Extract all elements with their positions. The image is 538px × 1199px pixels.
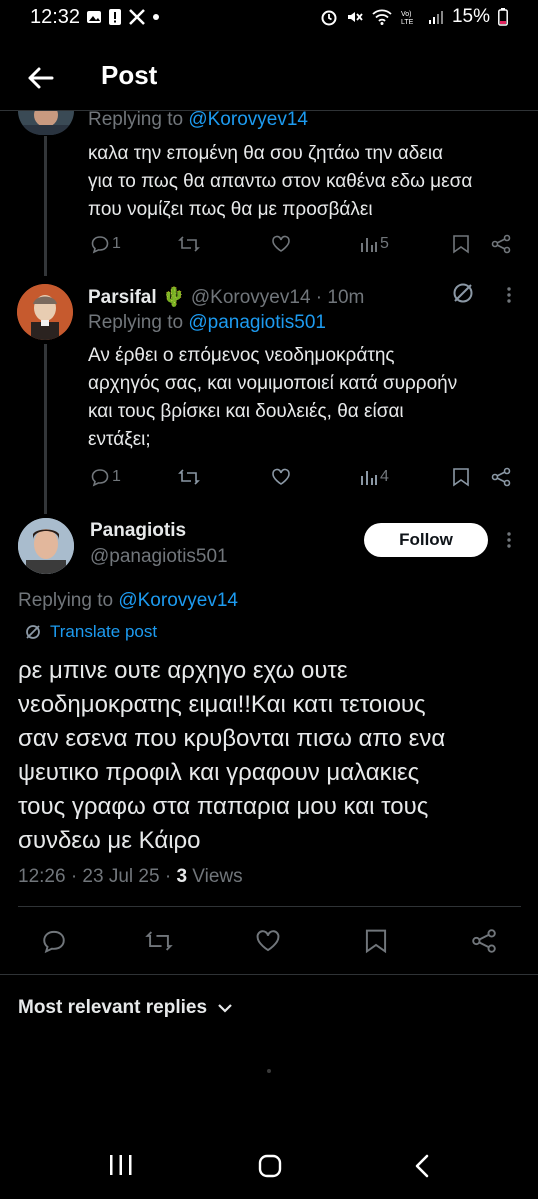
display-name[interactable]: Panagiotis (90, 520, 186, 542)
share-icon[interactable] (490, 467, 512, 487)
handle[interactable]: @panagiotis501 (90, 546, 228, 568)
svg-text:LTE: LTE (401, 19, 414, 26)
volte-icon: Vo)LTE (401, 11, 414, 26)
notification-icons (86, 8, 160, 26)
divider (18, 906, 521, 907)
reply-button[interactable]: 1 (90, 467, 121, 487)
like-icon[interactable] (271, 467, 291, 487)
display-name[interactable]: Parsifal (88, 287, 157, 308)
replying-to-line: Replying to @panagiotis501 (88, 312, 326, 333)
retweet-icon[interactable] (145, 928, 173, 954)
replying-to-line: Replying to @Korovyev14 (18, 590, 238, 611)
share-icon[interactable] (490, 234, 512, 254)
views-button[interactable]: 4 (360, 467, 389, 487)
divider (0, 974, 538, 975)
views-label: Views (192, 866, 243, 887)
reply-button[interactable]: 1 (90, 234, 121, 254)
views-icon (361, 471, 377, 485)
more-options-icon[interactable] (505, 530, 513, 550)
reply-text: Αν έρθει ο επόμενος νεοδημοκράτης αρχηγό… (88, 345, 458, 450)
more-options-icon[interactable] (505, 285, 513, 305)
reply-actions: 1 4 (0, 465, 538, 491)
grok-icon[interactable] (451, 281, 475, 305)
status-bar: 12:32 Vo) LTE 15% (0, 0, 538, 36)
reply-actions: 1 5 (0, 232, 538, 258)
translate-post-link[interactable]: Translate post (24, 622, 157, 642)
post-time: · 10m (315, 287, 365, 308)
retweet-icon[interactable] (178, 234, 200, 254)
back-arrow-icon[interactable] (24, 62, 56, 94)
system-navigation-bar (0, 1128, 538, 1199)
bookmark-icon[interactable] (452, 234, 470, 254)
alert-icon (109, 9, 121, 25)
name-emoji: 🌵 (161, 287, 186, 308)
translate-icon (26, 625, 40, 639)
post-text: ρε μπινε ουτε αρχηγο εχω ουτε νεοδημοκρα… (18, 657, 446, 854)
post-actions (0, 924, 538, 958)
home-icon[interactable] (258, 1154, 282, 1178)
retweet-icon[interactable] (178, 467, 200, 487)
gallery-icon (87, 11, 101, 23)
system-icons: Vo) LTE 15% (320, 6, 508, 28)
bookmark-icon[interactable] (452, 467, 470, 487)
back-nav-icon[interactable] (413, 1153, 431, 1179)
wifi-icon (372, 9, 392, 25)
recent-apps-icon[interactable] (108, 1154, 134, 1176)
battery-icon (498, 8, 508, 26)
views-button[interactable]: 5 (360, 234, 389, 254)
reply-icon (91, 236, 109, 254)
post-metadata: 12:26 · 23 Jul 25 · 3 Views (18, 866, 243, 888)
views-icon (361, 238, 377, 252)
replies-sort-dropdown[interactable]: Most relevant replies (18, 997, 233, 1019)
top-app-bar: Post (0, 44, 538, 111)
dot-icon (153, 14, 159, 20)
replying-to-line: Replying to @Korovyev14 (88, 109, 308, 130)
like-icon[interactable] (271, 234, 291, 254)
reply-icon (91, 469, 109, 487)
views-count: 3 (176, 866, 188, 887)
avatar[interactable] (17, 284, 73, 340)
mute-icon (347, 12, 363, 22)
reply-icon[interactable] (41, 928, 67, 954)
handle[interactable]: @Korovyev14 (191, 287, 311, 308)
status-time: 12:32 (30, 6, 81, 28)
mention-link[interactable]: @panagiotis501 (188, 312, 326, 333)
like-icon[interactable] (255, 928, 281, 954)
mention-link[interactable]: @Korovyev14 (118, 590, 238, 611)
avatar[interactable] (18, 111, 74, 135)
reply-author-line: Parsifal 🌵 @Korovyev14 · 10m (88, 285, 364, 309)
mention-link[interactable]: @Korovyev14 (188, 109, 308, 130)
loading-dot (267, 1069, 271, 1073)
signal-icon (428, 11, 443, 24)
alarm-icon (321, 10, 337, 26)
avatar[interactable] (18, 518, 74, 574)
page-title: Post (101, 60, 158, 90)
reply-text: καλα την επομένη θα σου ζητάω την αδεια … (88, 143, 473, 220)
x-logo-icon (129, 9, 145, 25)
battery-text: 15% (451, 6, 490, 27)
bookmark-icon[interactable] (364, 928, 388, 954)
svg-text:Vo): Vo) (401, 11, 412, 18)
timestamp: 12:26 · 23 Jul 25 · (18, 866, 172, 887)
chevron-down-icon (218, 1004, 232, 1013)
share-icon[interactable] (470, 928, 498, 954)
follow-button[interactable]: Follow (364, 523, 488, 557)
